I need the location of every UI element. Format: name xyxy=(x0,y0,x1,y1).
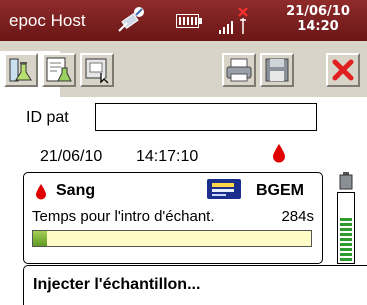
close-button[interactable] xyxy=(326,53,360,87)
patient-id-input[interactable] xyxy=(95,103,317,131)
level-meter xyxy=(337,192,355,264)
status-message: Injecter l'échantillon... xyxy=(33,276,201,293)
level-bar xyxy=(340,238,352,241)
lab-test-icon xyxy=(9,58,32,82)
test-time: 14:17:10 xyxy=(136,148,199,165)
level-bar xyxy=(340,233,352,236)
level-bar xyxy=(340,243,352,246)
test-tab-button[interactable] xyxy=(4,53,38,87)
content-area: ID pat 21/06/10 14:17:10 Sang BGEM Temps… xyxy=(0,97,367,305)
level-bar xyxy=(340,253,352,256)
patient-id-label: ID pat xyxy=(26,109,69,126)
test-date: 21/06/10 xyxy=(40,148,103,165)
level-bar xyxy=(340,258,352,261)
document-tab-button[interactable] xyxy=(42,53,76,87)
level-bars xyxy=(340,216,352,261)
battery-icon[interactable] xyxy=(176,13,202,29)
card-type: BGEM xyxy=(256,182,304,199)
sample-drop-icon xyxy=(36,184,46,200)
progress-fill xyxy=(33,231,47,246)
connection-icon[interactable] xyxy=(117,5,147,35)
save-button[interactable] xyxy=(260,53,294,87)
level-bar xyxy=(340,223,352,226)
clock: 21/06/10 14:20 xyxy=(272,4,364,34)
config-tab-button[interactable] xyxy=(80,53,114,87)
timer-label: Temps pour l'intro d'échant. xyxy=(32,208,215,225)
timer-value: 284s xyxy=(281,208,314,225)
print-button[interactable] xyxy=(222,53,256,87)
sample-type: Sang xyxy=(56,182,96,199)
sample-panel: Sang BGEM Temps pour l'intro d'échant. 2… xyxy=(23,172,323,264)
level-bar xyxy=(340,248,352,251)
close-icon xyxy=(332,59,354,81)
test-card-icon xyxy=(207,179,241,199)
toolbar xyxy=(0,41,367,97)
config-icon xyxy=(85,58,109,84)
title-date: 21/06/10 xyxy=(286,4,350,19)
save-icon xyxy=(265,58,289,82)
message-box: Injecter l'échantillon... xyxy=(23,265,367,305)
app-title: epoc Host xyxy=(9,11,86,30)
title-bar: epoc Host 21/06/10 14:20 xyxy=(0,0,367,41)
document-flask-icon xyxy=(46,57,72,82)
signal-icon[interactable] xyxy=(217,8,251,36)
title-time: 14:20 xyxy=(297,19,339,34)
battery-level-icon xyxy=(339,172,353,190)
blood-drop-icon xyxy=(273,144,285,163)
sample-timer-progress xyxy=(32,230,312,247)
printer-icon xyxy=(226,58,252,82)
level-bar xyxy=(340,218,352,221)
level-bar xyxy=(340,228,352,231)
